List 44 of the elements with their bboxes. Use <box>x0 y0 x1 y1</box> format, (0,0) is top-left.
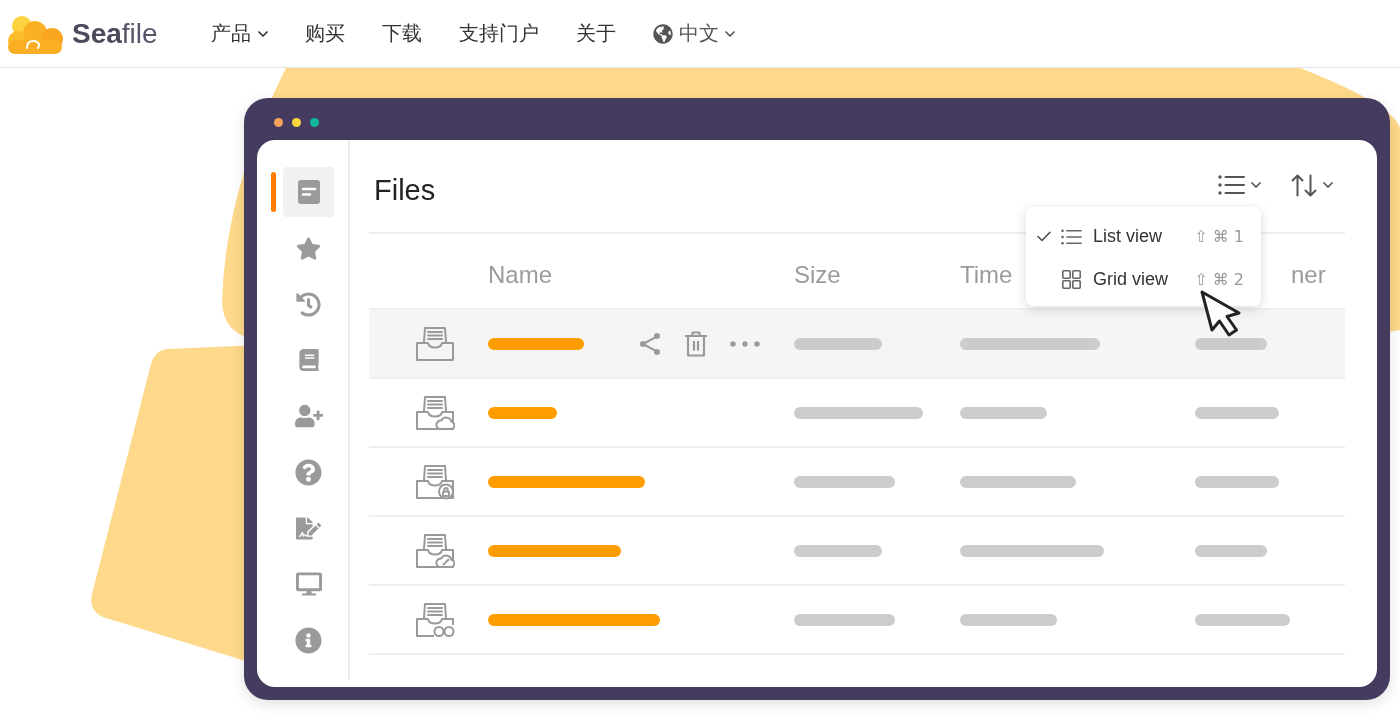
language-selector[interactable]: 中文 <box>652 20 735 47</box>
help-icon <box>295 458 322 486</box>
view-mode-button[interactable] <box>1218 173 1261 197</box>
document-icon <box>297 180 320 204</box>
owner-placeholder <box>1195 544 1267 557</box>
star-icon <box>296 235 321 261</box>
name-placeholder <box>488 406 557 419</box>
cloud-logo-icon <box>5 13 65 54</box>
sidebar-button[interactable] <box>283 167 334 217</box>
tray-cloud-pencil-icon <box>415 532 455 569</box>
nav-link[interactable]: 支持门户 <box>458 20 539 47</box>
caret-icon <box>1251 182 1261 188</box>
owner-placeholder <box>1195 337 1267 350</box>
tray-lock-icon <box>415 463 455 500</box>
sort-button[interactable] <box>1291 173 1333 197</box>
shortcut-hint: ⇧ ⌘ 1 <box>1194 227 1244 246</box>
nav-link[interactable]: 产品 <box>210 20 268 47</box>
more-icon[interactable] <box>730 340 760 347</box>
signed-document-icon <box>296 515 321 541</box>
list-icon <box>1061 228 1082 245</box>
monitor-icon <box>295 571 322 597</box>
menu-item[interactable]: List view ⇧ ⌘ 1 <box>1026 215 1261 258</box>
list-icon <box>1218 175 1245 195</box>
nav-link[interactable]: 关于 <box>575 20 616 47</box>
globe-icon <box>652 23 673 44</box>
share-icon[interactable] <box>638 331 662 356</box>
logo-wordmark: Seafile <box>72 17 158 50</box>
sort-arrows-icon <box>1291 173 1317 197</box>
history-icon <box>296 291 321 317</box>
grid-icon <box>1062 270 1081 289</box>
menu-item[interactable]: Grid view ⇧ ⌘ 2 <box>1026 258 1261 301</box>
nav-link[interactable]: 下载 <box>381 20 422 47</box>
shortcut-hint: ⇧ ⌘ 2 <box>1194 270 1244 289</box>
page-title: Files <box>374 173 436 207</box>
tray-cloud-icon <box>415 394 455 431</box>
book-icon <box>297 349 320 371</box>
nav-link[interactable]: 购买 <box>304 20 345 47</box>
trash-icon[interactable] <box>684 330 708 357</box>
caret-icon <box>1323 182 1333 188</box>
info-icon <box>295 626 322 654</box>
add-user-icon <box>294 402 323 430</box>
table-row[interactable] <box>369 310 1345 379</box>
inbox-tray-icon <box>415 325 455 362</box>
tray-glasses-icon <box>415 601 455 638</box>
